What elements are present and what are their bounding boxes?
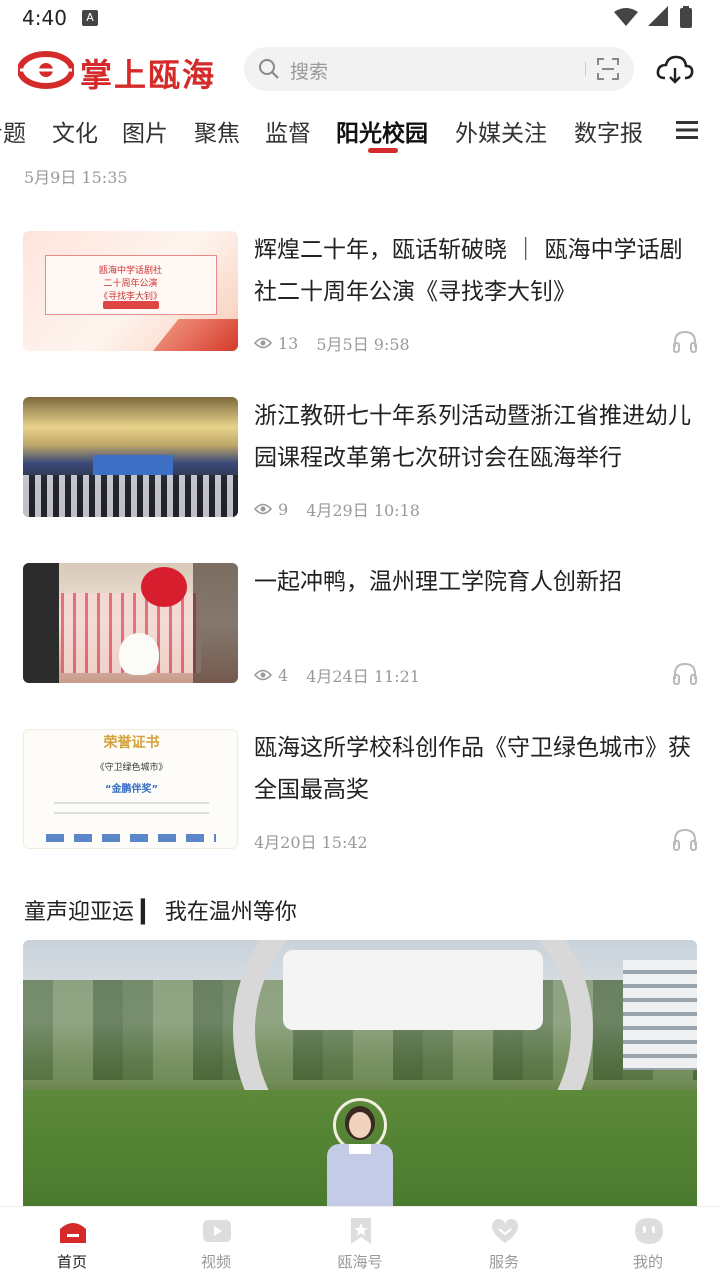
search-input[interactable]: 搜索 (290, 57, 328, 84)
video-icon (203, 1220, 231, 1242)
nav-service[interactable]: 服务 (454, 1207, 554, 1280)
news-title[interactable]: 一起冲鸭，温州理工学院育人创新招 (254, 561, 700, 603)
news-title[interactable]: 辉煌二十年，瓯话斩破晓 ｜ 瓯海中学话剧社二十周年公演《寻找李大钊》 (254, 229, 700, 313)
news-title[interactable]: 瓯海这所学校科创作品《守卫绿色城市》获全国最高奖 (254, 727, 700, 811)
news-meta: 13 5月5日 9:58 (254, 331, 410, 355)
eye-icon (254, 503, 272, 515)
featured-video-thumbnail[interactable] (23, 940, 697, 1208)
tab-supervision[interactable]: 监督 (265, 114, 311, 148)
news-item[interactable]: 瓯海中学话剧社 二十周年公演 《寻找李大钊》 辉煌二十年，瓯话斩破晓 ｜ 瓯海中… (0, 231, 720, 361)
tab-focus[interactable]: 聚焦 (194, 114, 240, 148)
nav-label: 我的 (632, 1253, 663, 1271)
nav-label: 瓯海号 (337, 1253, 383, 1271)
nav-profile[interactable]: 我的 (598, 1207, 698, 1280)
eye-icon (254, 337, 272, 349)
news-item[interactable]: 一起冲鸭，温州理工学院育人创新招 4 4月24日 11:21 (0, 563, 720, 693)
news-thumbnail: 瓯海中学话剧社 二十周年公演 《寻找李大钊》 (23, 231, 238, 351)
news-meta: 4 4月24日 11:21 (254, 663, 420, 687)
menu-icon[interactable] (676, 120, 698, 140)
bottom-navigation: 首页 视频 瓯海号 服务 我的 (0, 1206, 720, 1280)
wifi-icon (614, 8, 638, 26)
certificate-work: 《守卫绿色城市》 (95, 763, 168, 773)
news-thumbnail (23, 563, 238, 683)
app-logo[interactable]: 掌上瓯海 (18, 48, 218, 94)
bookmark-icon (351, 1218, 371, 1244)
publish-date: 4月29日 10:18 (306, 501, 420, 520)
search-icon (259, 59, 279, 79)
view-count: 4 (278, 665, 289, 685)
battery-icon (680, 8, 692, 28)
heart-icon (491, 1218, 519, 1243)
nav-video[interactable]: 视频 (166, 1207, 266, 1280)
cloud-icon[interactable] (656, 54, 694, 84)
certificate-title: 荣誉证书 (103, 735, 160, 751)
logo-emblem-icon (18, 51, 74, 89)
headphones-icon[interactable] (672, 661, 698, 685)
headphones-icon[interactable] (672, 329, 698, 353)
app-header: 掌上瓯海 搜索 (0, 40, 720, 100)
nav-label: 首页 (56, 1253, 87, 1271)
eye-icon (254, 669, 272, 681)
channel-tabs: 专题 文化 图片 聚焦 监督 阳光校园 外媒关注 数字报 (0, 108, 660, 158)
news-thumbnail (23, 397, 238, 517)
nav-ouhai-account[interactable]: 瓯海号 (310, 1207, 410, 1280)
news-meta: 9 4月29日 10:18 (254, 497, 420, 521)
thumb-caption: 瓯海中学话剧社 (98, 266, 162, 276)
view-count: 13 (278, 333, 299, 353)
nav-label: 服务 (488, 1253, 519, 1271)
home-icon (60, 1223, 86, 1243)
news-meta: 4月20日 15:42 (254, 829, 368, 853)
publish-date: 4月24日 11:21 (306, 667, 420, 686)
view-count: 9 (278, 499, 289, 519)
publish-date: 5月5日 9:58 (316, 335, 410, 354)
active-tab-indicator (368, 148, 398, 153)
logo-text: 掌上瓯海 (80, 56, 217, 94)
headphones-icon[interactable] (672, 827, 698, 851)
news-item[interactable]: 荣誉证书 《守卫绿色城市》 “金鹏伴奖” 瓯海这所学校科创作品《守卫绿色城市》获… (0, 729, 720, 859)
section-title[interactable]: 童声迎亚运 ▎ 我在温州等你 (24, 894, 297, 926)
tab-sunshine-campus[interactable]: 阳光校园 (336, 114, 428, 148)
status-time: 4:40 (22, 6, 67, 30)
nav-label: 视频 (200, 1253, 231, 1271)
nav-home[interactable]: 首页 (22, 1207, 122, 1280)
tab-digital-paper[interactable]: 数字报 (574, 114, 643, 148)
search-divider (585, 62, 586, 76)
certificate-award: “金鹏伴奖” (104, 784, 159, 795)
scan-icon[interactable] (596, 57, 620, 81)
search-bar[interactable]: 搜索 (244, 47, 634, 91)
news-thumbnail: 荣誉证书 《守卫绿色城市》 “金鹏伴奖” (23, 729, 238, 849)
tab-foreign-media[interactable]: 外媒关注 (455, 114, 547, 148)
profile-icon (635, 1218, 663, 1244)
previous-item-timestamp: 5月9日 15:35 (24, 168, 128, 187)
tab-culture[interactable]: 文化 (52, 114, 98, 148)
news-title[interactable]: 浙江教研七十年系列活动暨浙江省推进幼儿园课程改革第七次研讨会在瓯海举行 (254, 395, 700, 479)
tab-pictures[interactable]: 图片 (122, 114, 168, 148)
thumb-caption: 二十周年公演 (103, 279, 158, 289)
news-item[interactable]: 浙江教研七十年系列活动暨浙江省推进幼儿园课程改革第七次研讨会在瓯海举行 9 4月… (0, 397, 720, 527)
publish-date: 4月20日 15:42 (254, 833, 368, 852)
signal-icon (648, 6, 668, 26)
notification-icon: A (82, 10, 98, 26)
tab-special[interactable]: 专题 (0, 114, 26, 148)
system-status-icons (614, 6, 692, 28)
status-bar: 4:40 A (0, 0, 720, 36)
